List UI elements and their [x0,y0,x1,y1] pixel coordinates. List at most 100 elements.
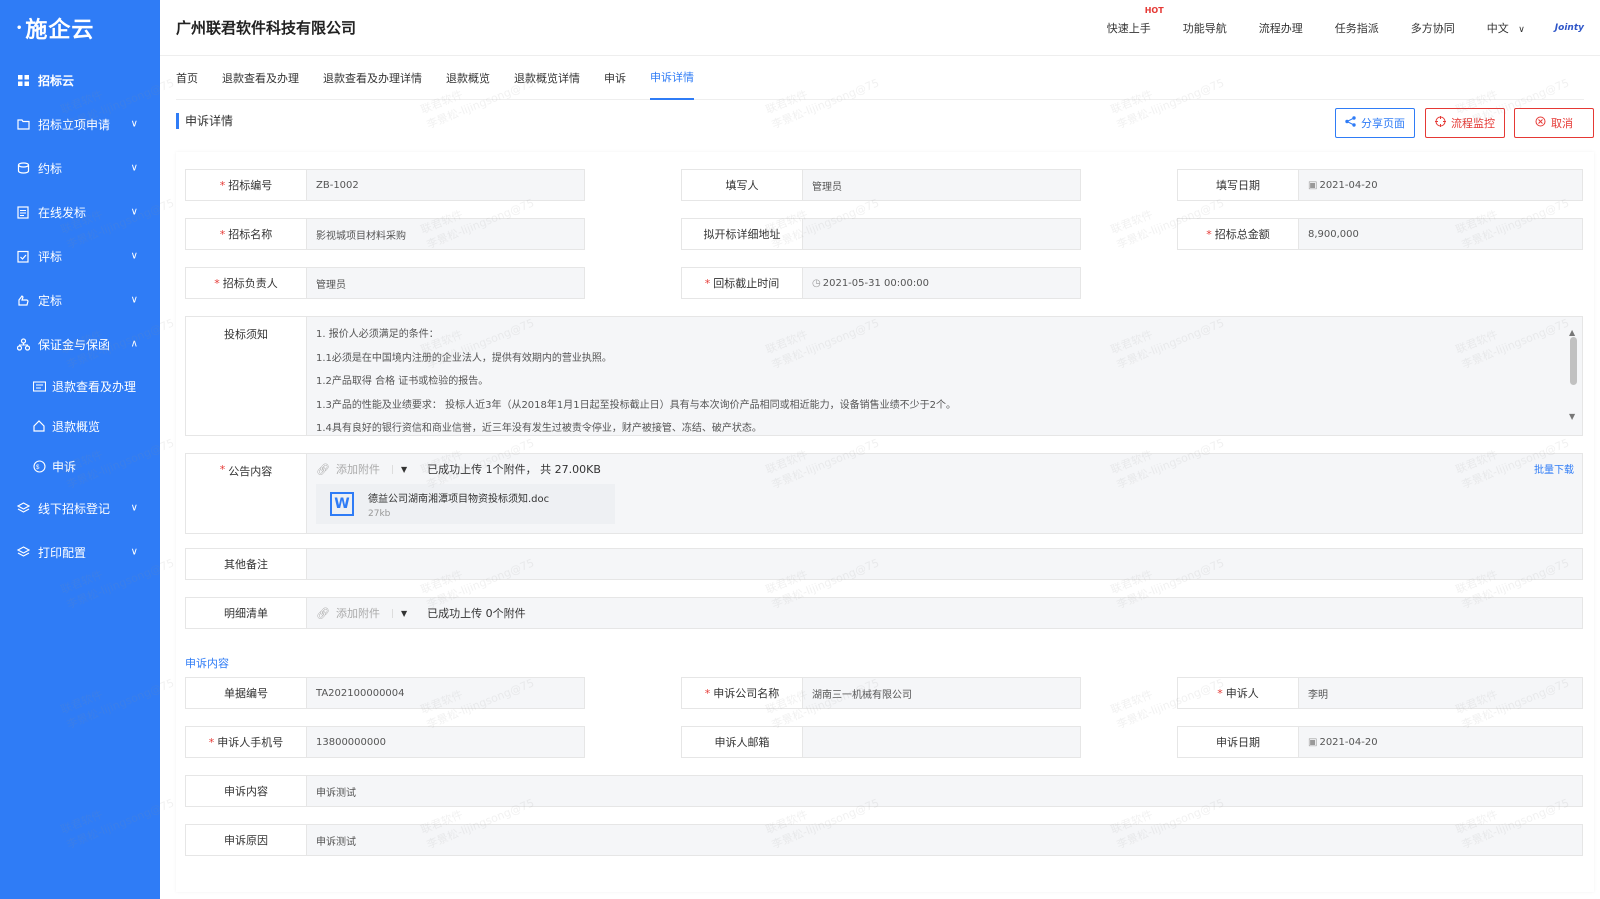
upload-row: 🔗︎ 添加附件 ▼ 已成功上传 1个附件， 共 27.00KB [307,454,1582,484]
address-input[interactable] [803,219,1080,249]
tab-home[interactable]: 首页 [176,56,198,100]
company-name: 广州联君软件科技有限公司 [176,19,357,37]
complaint-date-field: 申诉日期 ▣ 2021-04-20 [1177,726,1583,758]
tab-complaint[interactable]: 申诉 [604,56,626,100]
fill-date-input[interactable]: ▣ 2021-04-20 [1299,170,1582,200]
sidebar-item-label: 保证金与保函 [38,337,111,352]
batch-download-link[interactable]: 批量下载 [1534,461,1574,476]
filler-input[interactable]: 管理员 [803,170,1080,200]
field-label: 单据编号 [186,678,307,708]
tab-refund[interactable]: 退款查看及办理 [222,56,299,100]
complaint-content-input[interactable]: 申诉测试 [307,776,1582,806]
tab-refund-overview[interactable]: 退款概览 [446,56,490,100]
chevron-down-icon: ∨ [130,502,138,514]
sidebar-item-deposit[interactable]: 保证金与保函 ∧ [0,322,160,366]
notice-line: 1.2产品取得 合格 证书或检验的报告。 [316,376,489,387]
sidebar-item-bid-cloud[interactable]: 招标云 [0,58,160,102]
paperclip-icon: 🔗︎ [316,606,330,620]
field-label: 申诉原因 [186,825,307,855]
add-attachment-button[interactable]: 🔗︎ 添加附件 [316,461,380,477]
card-icon [32,379,46,393]
fill-date-field: 填写日期 ▣ 2021-04-20 [1177,169,1583,201]
sidebar-item-bid-application[interactable]: 招标立项申请 ∨ [0,102,160,146]
cancel-button[interactable]: 取消 [1514,108,1594,138]
file-size: 27kb [368,508,391,519]
bid-no-input[interactable]: ZB-1002 [307,170,584,200]
sidebar-item-award[interactable]: 定标 ∨ [0,278,160,322]
complaint-date-input[interactable]: ▣ 2021-04-20 [1299,727,1582,757]
announcement-field: * 公告内容 🔗︎ 添加附件 ▼ 已成功上传 1个附件， 共 27.00KB W 德… [185,453,1583,534]
complaint-company-input[interactable]: 湖南三一机械有限公司 [803,678,1080,708]
amount-input[interactable]: 8,900,000 [1299,219,1582,249]
layers-icon [16,545,30,559]
bid-name-field: * 招标名称 影视城项目材料采购 [185,218,585,250]
sidebar-subitem-refund-overview[interactable]: 退款概览 [0,406,160,446]
caret-down-icon[interactable]: ▼ [391,608,407,618]
scroll-thumb[interactable] [1570,337,1577,385]
complainant-input[interactable]: 李明 [1299,678,1582,708]
svg-text:$: $ [36,465,40,471]
scrollbar[interactable]: ▲ ▼ [1568,321,1578,433]
bid-name-input[interactable]: 影视城项目材料采购 [307,219,584,249]
add-attachment-button[interactable]: 🔗︎ 添加附件 [316,605,380,621]
paperclip-icon: 🔗︎ [316,462,330,476]
share-button-label: 分享页面 [1361,117,1405,130]
tab-refund-detail[interactable]: 退款查看及办理详情 [323,56,422,100]
address-field: 拟开标详细地址 [681,218,1081,250]
scroll-down-icon[interactable]: ▼ [1569,405,1575,429]
sidebar-item-invite[interactable]: 约标 ∨ [0,146,160,190]
flow-monitor-button[interactable]: 流程监控 [1425,108,1505,138]
caret-down-icon[interactable]: ▼ [391,464,407,474]
complaint-reason-input[interactable]: 申诉测试 [307,825,1582,855]
chevron-down-icon: ∨ [130,118,138,130]
notice-textarea[interactable]: 1. 报价人必须满足的条件： 1.1必须是在中国境内注册的企业法人，提供有效期内… [307,317,1582,435]
app-logo[interactable]: • 施企云 [0,0,160,56]
sidebar-item-print-config[interactable]: 打印配置 ∨ [0,530,160,574]
upload-status: 已成功上传 0个附件 [427,607,526,620]
chevron-down-icon: ∨ [130,546,138,558]
sidebar-item-label: 在线发标 [38,205,87,220]
language-select[interactable]: 中文 ∨ [1487,20,1525,36]
sidebar-item-evaluation[interactable]: 评标 ∨ [0,234,160,278]
complaint-content-field: 申诉内容 申诉测试 [185,775,1583,807]
fill-date-value: 2021-04-20 [1319,179,1378,191]
doc-no-input[interactable]: TA202100000004 [307,678,584,708]
nav-process[interactable]: 流程办理 [1259,20,1303,36]
upload-row: 🔗︎ 添加附件 ▼ 已成功上传 0个附件 [307,598,1582,628]
phone-input[interactable]: 13800000000 [307,727,584,757]
share-button[interactable]: 分享页面 [1335,108,1415,138]
tab-complaint-detail[interactable]: 申诉详情 [650,56,694,100]
nav-collaboration[interactable]: 多方协同 [1411,20,1455,36]
sidebar-subitem-refund[interactable]: 退款查看及办理 [0,366,160,406]
attachment-file[interactable]: W 德益公司湖南湘潭项目物资投标须知.doc 27kb [316,484,615,524]
tab-refund-overview-detail[interactable]: 退款概览详情 [514,56,580,100]
nav-quick-start[interactable]: 快速上手 HOT [1107,6,1164,36]
owner-input[interactable]: 管理员 [307,268,584,298]
flow-monitor-label: 流程监控 [1451,117,1495,130]
sidebar-item-online-bid[interactable]: 在线发标 ∨ [0,190,160,234]
notice-line: 1.1必须是在中国境内注册的企业法人，提供有效期内的营业执照。 [316,352,612,364]
sidebar-item-offline-registration[interactable]: 线下招标登记 ∨ [0,486,160,530]
field-label: 申诉内容 [186,776,307,806]
deadline-value: 2021-05-31 00:00:00 [822,277,929,289]
chevron-down-icon: ∨ [130,162,138,174]
crosshair-icon [1435,116,1446,130]
sidebar-subitem-complaint[interactable]: $ 申诉 [0,446,160,486]
calendar-icon: ▣ [1308,736,1318,748]
detail-list-field: 明细清单 🔗︎ 添加附件 ▼ 已成功上传 0个附件 [185,597,1583,629]
sidebar-item-label: 招标云 [38,73,75,88]
deadline-input[interactable]: ◷ 2021-05-31 00:00:00 [803,268,1080,298]
nav-task-assign[interactable]: 任务指派 [1335,20,1379,36]
nav-function-guide[interactable]: 功能导航 [1183,20,1227,36]
cancel-button-label: 取消 [1551,117,1573,130]
notice-line: 1.4具有良好的银行资信和商业信誉，近三年没有发生过被责令停业，财产被接管、冻结… [316,423,762,434]
remarks-input[interactable] [307,549,1582,579]
sidebar-item-label: 打印配置 [38,545,87,560]
chevron-down-icon: ∨ [130,250,138,262]
email-input[interactable] [803,727,1080,757]
badge-icon: $ [32,459,46,473]
amount-field: * 招标总金额 8,900,000 [1177,218,1583,250]
email-field: 申诉人邮箱 [681,726,1081,758]
owner-field: * 招标负责人 管理员 [185,267,585,299]
field-label: * 招标负责人 [186,268,307,298]
